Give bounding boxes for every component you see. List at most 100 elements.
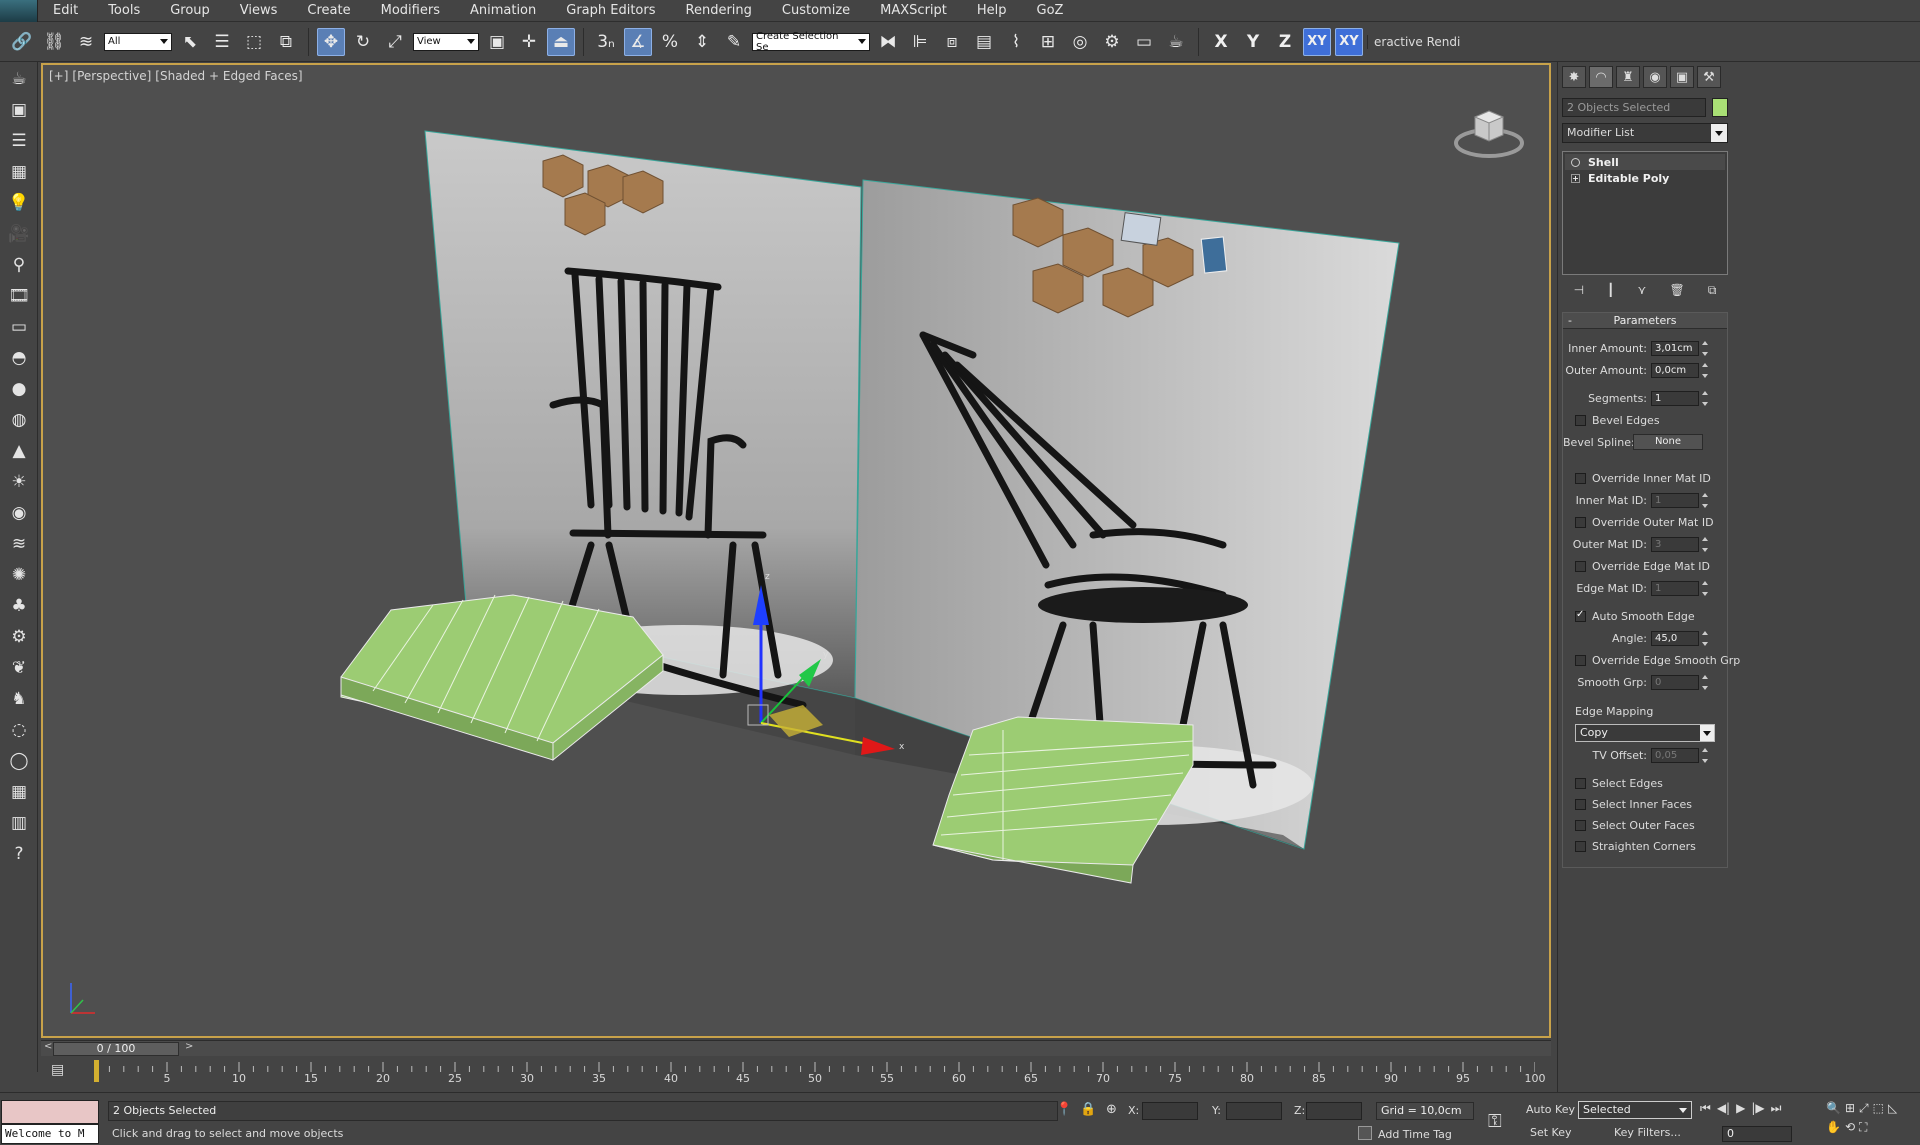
particles-icon[interactable]: ✺ — [5, 561, 33, 589]
globe-icon[interactable]: ◯ — [5, 747, 33, 775]
select-and-move-icon[interactable]: ✥ — [317, 27, 345, 56]
schematic-view-icon[interactable]: ⊞ — [1034, 28, 1062, 56]
inner-mat-id-field[interactable]: 1 — [1651, 492, 1699, 508]
graphite-modeling-icon[interactable]: ▤ — [970, 28, 998, 56]
modify-tab-icon[interactable]: ◠ — [1589, 66, 1613, 88]
tree-icon[interactable]: ♣ — [5, 592, 33, 620]
menu-tools[interactable]: Tools — [93, 0, 155, 22]
motion-tab-icon[interactable]: ◉ — [1643, 66, 1667, 88]
isolate-selection-icon[interactable]: 📍 — [1056, 1102, 1072, 1117]
inner-mat-id-spinner[interactable] — [1702, 492, 1710, 508]
maximize-viewport-icon[interactable]: ⛶ — [1859, 1120, 1867, 1135]
pan-icon[interactable]: ✋ — [1826, 1120, 1841, 1135]
perspective-viewport[interactable]: z y x [+] [Perspective] [Shaded + Edged Fa… — [41, 63, 1551, 1038]
edge-mat-id-spinner[interactable] — [1702, 580, 1710, 596]
torus-icon[interactable]: ◍ — [5, 406, 33, 434]
cone-icon[interactable]: ▲ — [5, 437, 33, 465]
modifier-list-dropdown[interactable]: Modifier List — [1562, 123, 1728, 143]
outer-mat-id-spinner[interactable] — [1702, 536, 1710, 552]
axis-y-button[interactable]: Y — [1239, 28, 1267, 56]
maxscript-listener-output[interactable]: Welcome to M — [1, 1124, 99, 1144]
zoom-all-icon[interactable]: ⊞ — [1845, 1101, 1855, 1116]
set-key-button[interactable]: Set Key — [1530, 1126, 1572, 1139]
x-coordinate-field[interactable] — [1142, 1102, 1198, 1120]
smooth-grp-spinner[interactable] — [1702, 674, 1710, 690]
select-and-rotate-icon[interactable]: ↻ — [349, 28, 377, 56]
plant-icon[interactable]: ❦ — [5, 654, 33, 682]
select-edges-checkbox[interactable]: Select Edges — [1575, 774, 1727, 792]
edge-mat-id-field[interactable]: 1 — [1651, 580, 1699, 596]
ox-icon[interactable]: ◌ — [5, 716, 33, 744]
segments-field[interactable]: 1 — [1651, 390, 1699, 406]
film-icon[interactable]: 🎞 — [5, 282, 33, 310]
menu-help[interactable]: Help — [962, 0, 1022, 22]
helper-icon[interactable]: ⚲ — [5, 251, 33, 279]
sun-icon[interactable]: ☀ — [5, 468, 33, 496]
current-frame-field[interactable]: 0 — [1722, 1126, 1792, 1142]
clipboard-icon[interactable]: ▥ — [5, 809, 33, 837]
interactive-render-label[interactable]: eractive Rendi — [1367, 34, 1460, 49]
camera-icon[interactable]: 🎥 — [5, 220, 33, 248]
viewport-shading-label[interactable]: [Shaded + Edged Faces] — [155, 69, 302, 83]
angle-field[interactable]: 45,0 — [1651, 630, 1699, 646]
menu-group[interactable]: Group — [155, 0, 225, 22]
mirror-icon[interactable]: ⧓ — [874, 28, 902, 56]
screen-icon[interactable]: ▣ — [5, 96, 33, 124]
bevel-spline-button[interactable]: None — [1633, 434, 1703, 450]
override-edge-mat-checkbox[interactable]: Override Edge Mat ID — [1575, 557, 1727, 575]
key-mode-dropdown[interactable]: Selected — [1578, 1101, 1692, 1119]
fov-icon[interactable]: ◺ — [1888, 1101, 1897, 1116]
sphere-icon[interactable]: ● — [5, 375, 33, 403]
zoom-extents-icon[interactable]: ⤢ — [1859, 1101, 1869, 1116]
unlink-icon[interactable]: ⛓ — [40, 28, 68, 56]
smooth-grp-field[interactable]: 0 — [1651, 674, 1699, 690]
override-outer-mat-checkbox[interactable]: Override Outer Mat ID — [1575, 513, 1727, 531]
spinner-snap-icon[interactable]: ⇕ — [688, 28, 716, 56]
zoom-extents-all-icon[interactable]: ⬚ — [1873, 1101, 1884, 1116]
remove-modifier-icon[interactable]: 🗑 — [1669, 283, 1684, 298]
object-name-field[interactable]: 2 Objects Selected — [1562, 98, 1706, 117]
next-frame-arrow-icon[interactable]: > — [185, 1041, 193, 1052]
lock-selection-icon[interactable]: 🔒 — [1080, 1102, 1096, 1117]
viewport-pov-label[interactable]: [Perspective] — [72, 69, 151, 83]
edit-named-selections-icon[interactable]: ✎ — [720, 28, 748, 56]
maxscript-listener-input[interactable] — [1, 1100, 99, 1124]
viewcube-icon[interactable] — [1453, 93, 1525, 165]
outer-amount-spinner[interactable] — [1702, 362, 1710, 378]
play-icon[interactable]: ▶ — [1736, 1101, 1745, 1116]
segments-spinner[interactable] — [1702, 390, 1710, 406]
angle-spinner[interactable] — [1702, 630, 1710, 646]
stack-item-shell[interactable]: Shell — [1565, 154, 1725, 170]
hf-icon[interactable]: ♞ — [5, 685, 33, 713]
rectangular-selection-icon[interactable]: ⬚ — [240, 28, 268, 56]
auto-smooth-edge-checkbox[interactable]: Auto Smooth Edge — [1575, 607, 1727, 625]
pivot-center-icon[interactable]: ▣ — [483, 28, 511, 56]
prev-frame-arrow-icon[interactable]: < — [44, 1041, 52, 1052]
selection-filter-dropdown[interactable]: All — [104, 32, 172, 51]
edge-mapping-dropdown[interactable]: Copy — [1575, 724, 1715, 742]
select-by-name-icon[interactable]: ☰ — [208, 28, 236, 56]
expand-icon[interactable]: + — [1571, 173, 1580, 183]
override-inner-mat-checkbox[interactable]: Override Inner Mat ID — [1575, 469, 1727, 487]
go-to-end-icon[interactable]: ⏭ — [1771, 1101, 1782, 1116]
override-edge-smooth-checkbox[interactable]: Override Edge Smooth Grp — [1575, 651, 1740, 669]
window-crossing-icon[interactable]: ⧉ — [272, 28, 300, 56]
viewport-menu-label[interactable]: [+] — [49, 69, 68, 83]
show-end-result-icon[interactable]: ┃ — [1607, 283, 1614, 298]
select-object-icon[interactable]: ⬉ — [176, 28, 204, 56]
menu-edit[interactable]: Edit — [38, 0, 93, 22]
menu-create[interactable]: Create — [292, 0, 365, 22]
teapot-icon[interactable]: ☕ — [5, 65, 33, 93]
table-icon[interactable]: ▦ — [5, 158, 33, 186]
select-outer-faces-checkbox[interactable]: Select Outer Faces — [1575, 816, 1727, 834]
stack-item-editable-poly[interactable]: + Editable Poly — [1565, 170, 1725, 186]
absolute-mode-icon[interactable]: ⊕ — [1106, 1102, 1117, 1117]
previous-frame-icon[interactable]: ◀| — [1717, 1101, 1730, 1116]
menu-customize[interactable]: Customize — [767, 0, 865, 22]
gear-icon[interactable]: ⚙ — [5, 623, 33, 651]
track-bar[interactable]: ▤ 5 10 15 20 25 30 35 40 45 50 55 60 65 70 75 80 85 90 95 1… — [41, 1056, 1551, 1092]
utilities-tab-icon[interactable]: ⚒ — [1697, 66, 1721, 88]
lightbulb-icon[interactable] — [1571, 157, 1580, 167]
link-icon[interactable]: 🔗 — [8, 28, 36, 56]
percent-snap-icon[interactable]: % — [656, 28, 684, 56]
